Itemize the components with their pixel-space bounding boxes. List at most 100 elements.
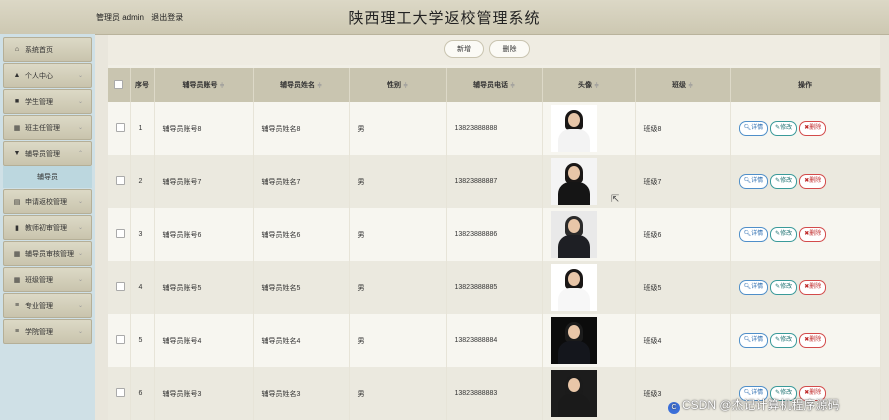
row-select-cell[interactable] <box>108 261 131 314</box>
delete-button[interactable]: ✖删除 <box>799 121 827 136</box>
detail-button[interactable]: 🔍︎详情 <box>738 280 769 295</box>
action-bar: 新增 删除 <box>108 35 880 65</box>
row-actions: 🔍︎详情 ✎修改 ✖删除 <box>730 261 881 314</box>
sidebar-item-9[interactable]: ≡ 专业管理 ⌄ <box>3 293 92 318</box>
row-account: 辅导员账号8 <box>154 102 254 155</box>
page-title: 陕西理工大学返校管理系统 <box>348 10 541 27</box>
row-checkbox[interactable] <box>116 123 125 132</box>
menu-icon: ≡ <box>14 302 20 309</box>
col-gender-header[interactable]: 性别 ≑ <box>349 68 447 102</box>
sort-icon[interactable]: ≑ <box>403 83 408 89</box>
select-all-checkbox[interactable] <box>114 79 124 89</box>
sort-icon[interactable]: ≑ <box>594 83 599 89</box>
row-checkbox[interactable] <box>116 229 125 238</box>
row-account: 辅导员账号3 <box>154 367 254 420</box>
sidebar-item-label: 辅导员管理 <box>25 150 60 158</box>
delete-button[interactable]: ✖删除 <box>799 333 827 348</box>
row-checkbox[interactable] <box>116 282 125 291</box>
sidebar-item-8[interactable]: ▦ 班级管理 ⌄ <box>3 267 92 292</box>
delete-button[interactable]: ✖删除 <box>799 174 827 189</box>
row-class: 班级8 <box>635 102 731 155</box>
edit-button[interactable]: ✎修改 <box>770 227 798 242</box>
grid-icon: ▦ <box>13 276 21 284</box>
edit-button[interactable]: ✎修改 <box>770 280 798 295</box>
row-phone: 13823888887 <box>446 155 543 208</box>
sidebar-item-4[interactable]: ▼ 辅导员管理 ⌃ <box>3 141 92 166</box>
sidebar-item-7[interactable]: ▦ 辅导员审核管理 ⌄ <box>3 241 92 266</box>
row-checkbox[interactable] <box>116 176 125 185</box>
chevron-icon[interactable]: ⌄ <box>78 72 83 79</box>
row-select-cell[interactable] <box>108 314 131 367</box>
select-all-header[interactable] <box>108 68 131 102</box>
sidebar-subitem-counselor[interactable]: 辅导员 <box>3 166 92 188</box>
row-actions: 🔍︎详情 ✎修改 ✖删除 <box>730 102 881 155</box>
table-row: 2 辅导员账号7 辅导员姓名7 男 13823888887 班级7 🔍︎详情 ✎修改 ✖删除 <box>108 155 881 208</box>
sort-icon[interactable]: ≑ <box>688 83 693 89</box>
search-icon: 🔍︎ <box>743 337 752 343</box>
chevron-icon[interactable]: ⌄ <box>78 124 83 131</box>
avatar[interactable] <box>550 317 597 364</box>
user-icon: ▲ <box>13 72 21 79</box>
sort-icon[interactable]: ≑ <box>219 83 224 89</box>
row-class: 班级6 <box>635 208 731 261</box>
avatar[interactable] <box>550 264 597 311</box>
delete-button[interactable]: ✖删除 <box>799 227 827 242</box>
sort-icon[interactable]: ≑ <box>510 83 515 89</box>
col-name-header[interactable]: 辅导员姓名 ≑ <box>253 68 350 102</box>
batch-delete-button[interactable]: 删除 <box>489 40 530 58</box>
avatar[interactable] <box>550 211 597 258</box>
sidebar-item-3[interactable]: ▦ 班主任管理 ⌄ <box>3 115 92 140</box>
chevron-icon[interactable]: ⌃ <box>78 150 83 157</box>
detail-button[interactable]: 🔍︎详情 <box>738 227 769 242</box>
row-gender: 男 <box>349 155 447 208</box>
row-name: 辅导员姓名4 <box>253 314 350 367</box>
row-select-cell[interactable] <box>108 155 131 208</box>
chevron-icon[interactable]: ⌄ <box>78 198 83 205</box>
detail-button[interactable]: 🔍︎详情 <box>738 174 769 189</box>
col-phone-header[interactable]: 辅导员电话 ≑ <box>446 68 543 102</box>
row-select-cell[interactable] <box>108 208 131 261</box>
chevron-icon[interactable]: ⌄ <box>78 276 83 283</box>
col-account-header[interactable]: 辅导员账号 ≑ <box>154 68 254 102</box>
sidebar-item-label: 班级管理 <box>25 276 53 284</box>
sidebar-item-label: 学生管理 <box>25 98 53 106</box>
col-class-header[interactable]: 班级 ≑ <box>635 68 731 102</box>
row-actions: 🔍︎详情 ✎修改 ✖删除 <box>730 155 881 208</box>
row-checkbox[interactable] <box>116 335 125 344</box>
sidebar-item-5[interactable]: ▤ 申请返校管理 ⌄ <box>3 189 92 214</box>
sort-icon[interactable]: ≑ <box>317 83 322 89</box>
chevron-icon[interactable]: ⌄ <box>78 98 83 105</box>
row-class: 班级5 <box>635 261 731 314</box>
edit-button[interactable]: ✎修改 <box>770 174 798 189</box>
row-select-cell[interactable] <box>108 102 131 155</box>
detail-button[interactable]: 🔍︎详情 <box>738 333 769 348</box>
row-index: 4 <box>130 261 155 314</box>
row-actions: 🔍︎详情 ✎修改 ✖删除 <box>730 208 881 261</box>
row-checkbox[interactable] <box>116 388 125 397</box>
row-phone: 13823888885 <box>446 261 543 314</box>
chevron-icon[interactable]: ⌄ <box>78 302 83 309</box>
avatar[interactable] <box>550 158 597 205</box>
row-select-cell[interactable] <box>108 367 131 420</box>
chevron-icon[interactable]: ⌄ <box>78 224 83 231</box>
delete-button[interactable]: ✖删除 <box>799 280 827 295</box>
col-avatar-header[interactable]: 头像 ≑ <box>542 68 636 102</box>
sidebar-item-6[interactable]: ▮ 教师初审管理 ⌄ <box>3 215 92 240</box>
avatar[interactable] <box>550 105 597 152</box>
edit-button[interactable]: ✎修改 <box>770 333 798 348</box>
table-row: 1 辅导员账号8 辅导员姓名8 男 13823888888 班级8 🔍︎详情 ✎修改 ✖删除 <box>108 102 881 155</box>
sidebar-item-10[interactable]: ≡ 学院管理 ⌄ <box>3 319 92 344</box>
sidebar-item-1[interactable]: ▲ 个人中心 ⌄ <box>3 63 92 88</box>
sidebar-item-2[interactable]: ■ 学生管理 ⌄ <box>3 89 92 114</box>
col-actions-header: 操作 <box>730 68 881 102</box>
sidebar-item-0[interactable]: ⌂ 系统首页 <box>3 37 92 62</box>
avatar[interactable] <box>550 370 597 417</box>
chevron-icon[interactable]: ⌄ <box>78 250 83 257</box>
main-content: 新增 删除 序号 辅导员账号 ≑ 辅导员姓名 ≑ 性别 ≑ 辅导员电话 ≑ 头像 ≑ 班级… <box>108 35 881 420</box>
chevron-icon[interactable]: ⌄ <box>78 328 83 335</box>
detail-button[interactable]: 🔍︎详情 <box>738 121 769 136</box>
edit-button[interactable]: ✎修改 <box>770 121 798 136</box>
sidebar-item-label: 学院管理 <box>25 328 53 336</box>
add-button[interactable]: 新增 <box>444 40 484 58</box>
row-phone: 13823888886 <box>446 208 543 261</box>
